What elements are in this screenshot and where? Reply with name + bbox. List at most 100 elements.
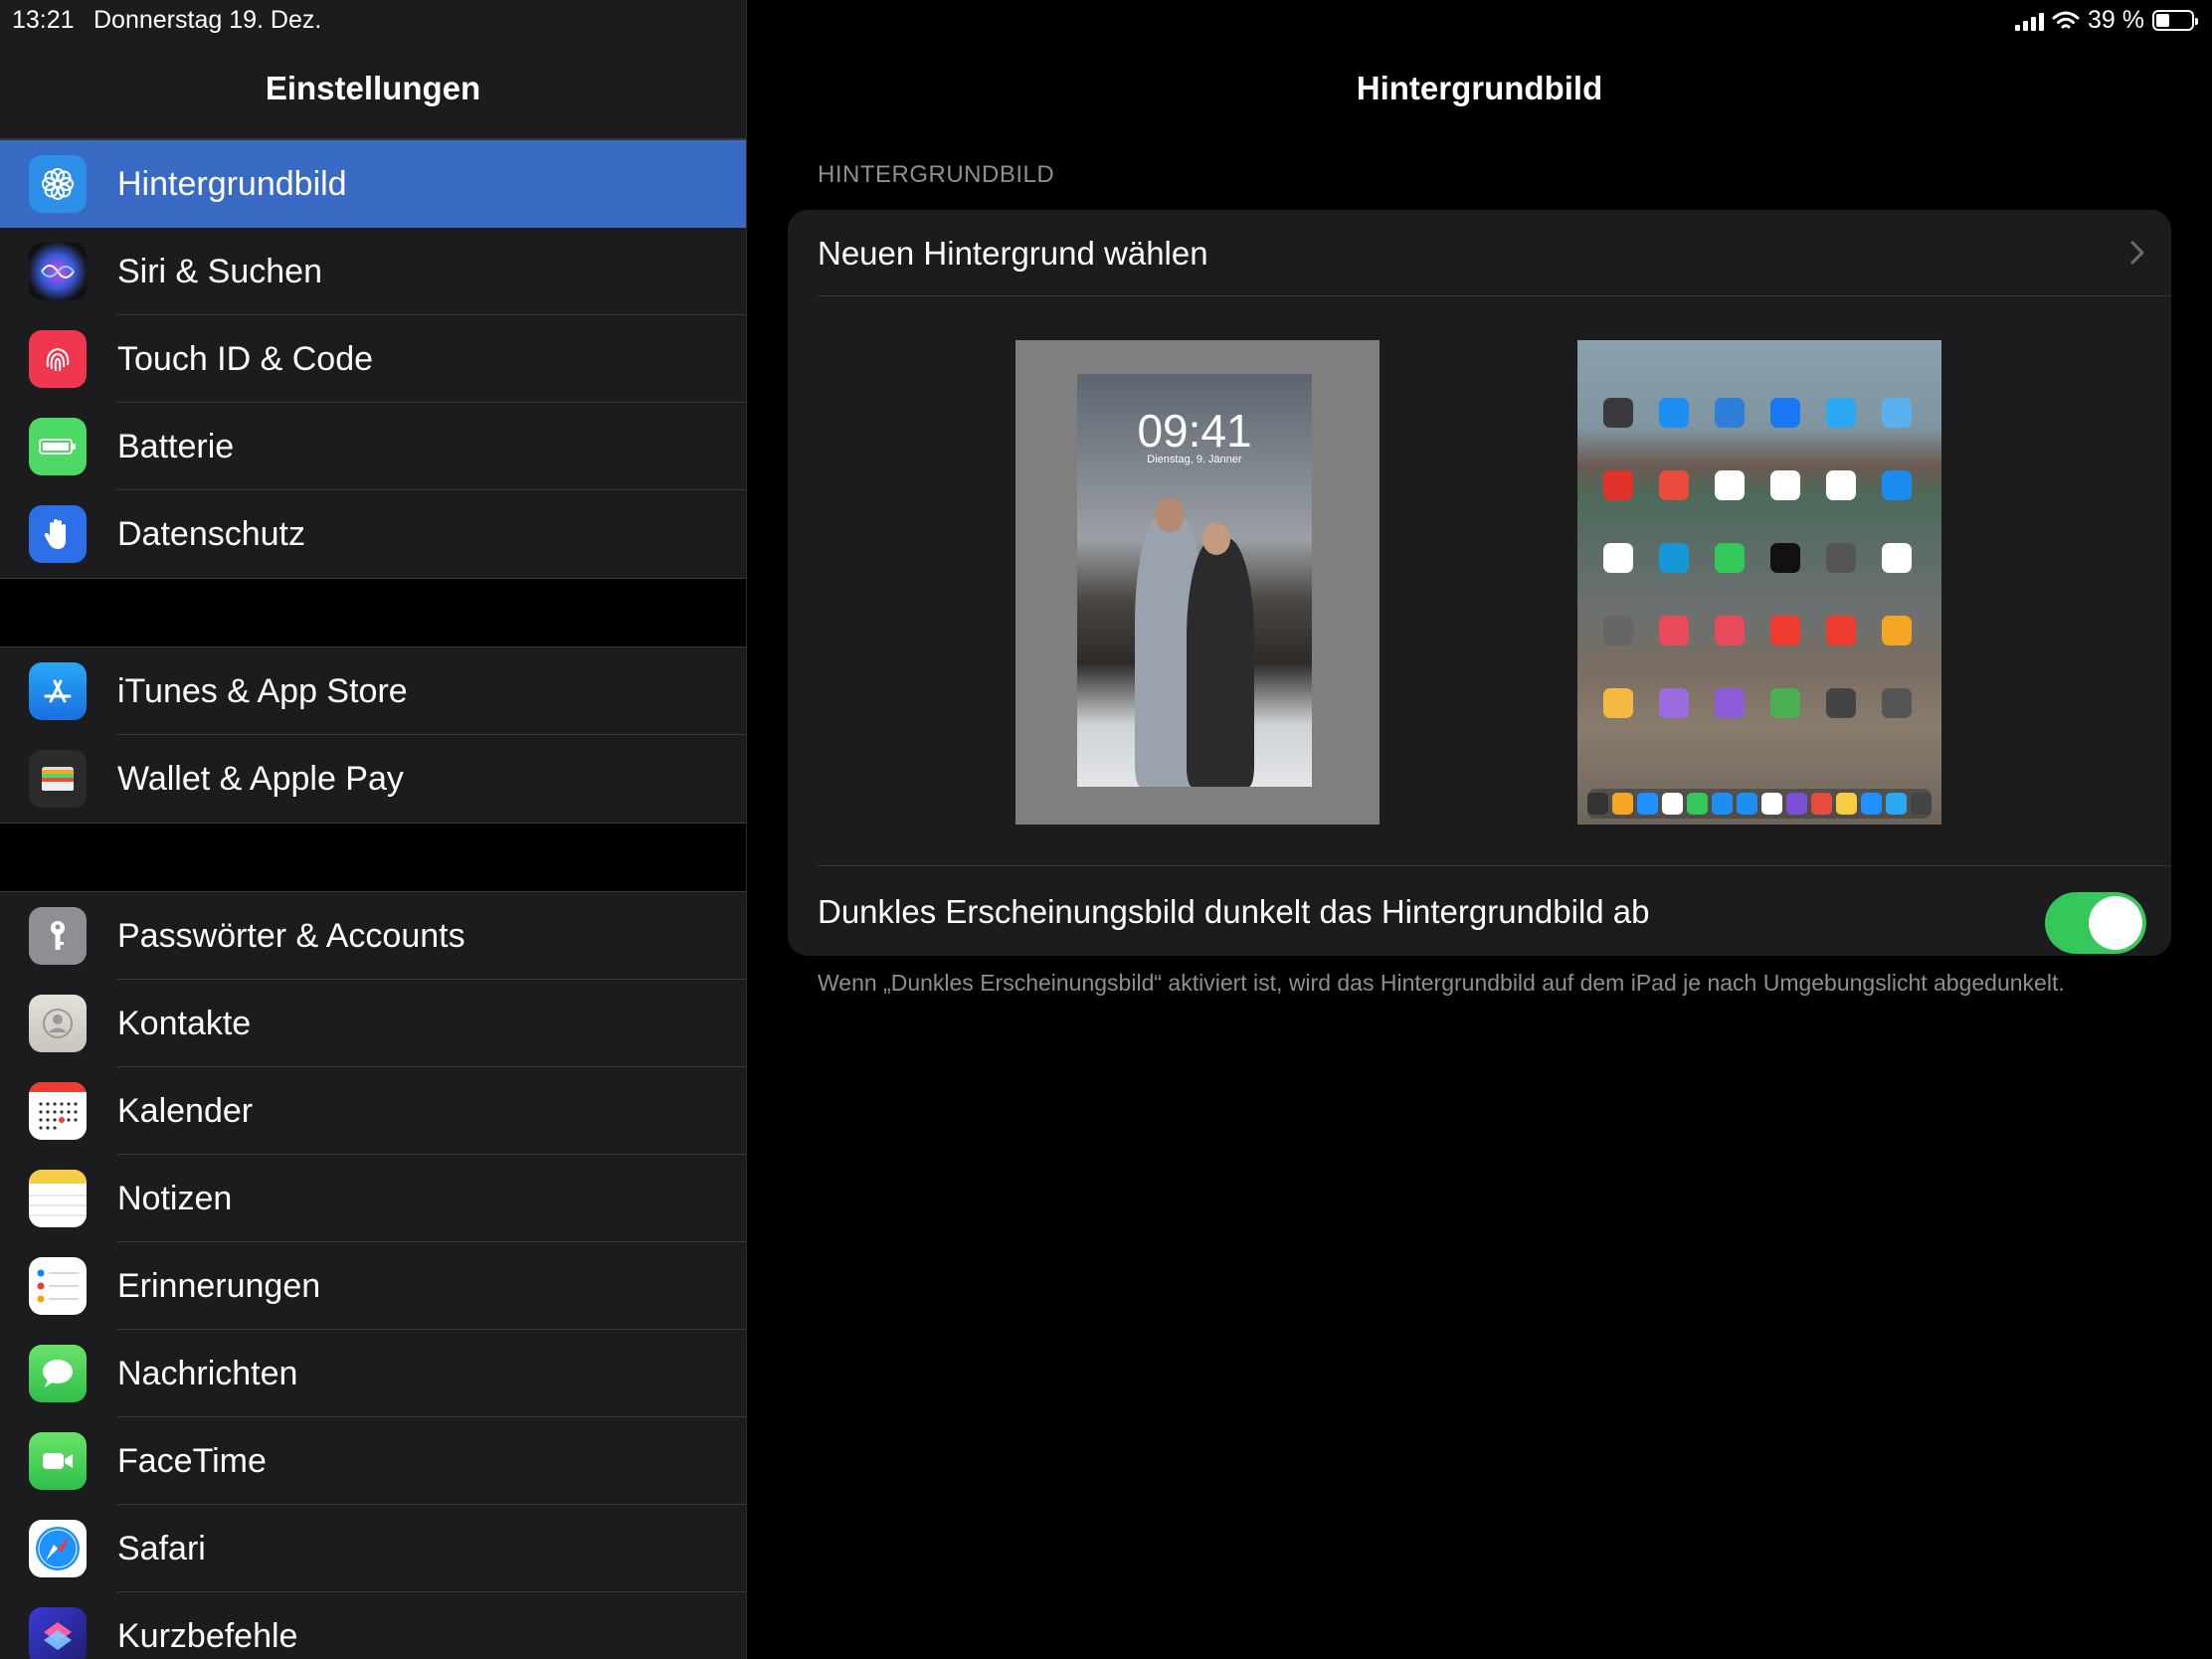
calendar-icon	[29, 1082, 87, 1140]
wallpaper-card: Neuen Hintergrund wählen 09:41 Dienstag,…	[788, 210, 2171, 956]
sidebar-item-label: Erinnerungen	[117, 1267, 321, 1305]
sidebar-item-kalender[interactable]: Kalender	[0, 1067, 746, 1155]
app-tile	[1882, 688, 1912, 718]
sidebar-item-label: Touch ID & Code	[117, 340, 374, 378]
app-tile	[1659, 470, 1689, 500]
dark-appearance-dims-row: Dunkles Erscheinungsbild dunkelt das Hin…	[818, 865, 2171, 956]
app-store-icon	[29, 662, 87, 720]
app-tile	[1826, 543, 1856, 573]
app-tile	[1715, 616, 1745, 645]
settings-group-2: iTunes & App Store Wallet & Apple Pay	[0, 646, 746, 824]
sidebar-item-label: Datenschutz	[117, 515, 305, 553]
app-tile	[1715, 543, 1745, 573]
sidebar-item-erinnerungen[interactable]: Erinnerungen	[0, 1242, 746, 1330]
settings-group-3: Passwörter & Accounts Kontakte Kalender …	[0, 891, 746, 1659]
sidebar: Einstellungen Hintergrundbild Siri & Suc…	[0, 0, 746, 1659]
sidebar-item-label: iTunes & App Store	[117, 672, 408, 710]
status-time: 13:21	[12, 6, 75, 34]
app-tile	[1770, 470, 1800, 500]
shortcuts-icon	[29, 1607, 87, 1659]
sidebar-item-label: Hintergrundbild	[117, 165, 347, 203]
sidebar-item-touch-id[interactable]: Touch ID & Code	[0, 315, 746, 403]
sidebar-item-label: Siri & Suchen	[117, 253, 322, 290]
app-tile	[1826, 398, 1856, 428]
split-divider	[746, 0, 747, 1659]
sidebar-item-nachrichten[interactable]: Nachrichten	[0, 1330, 746, 1417]
app-tile	[1882, 470, 1912, 500]
sidebar-item-kurzbefehle[interactable]: Kurzbefehle	[0, 1592, 746, 1659]
facetime-icon	[29, 1432, 87, 1490]
app-tile	[1882, 543, 1912, 573]
app-tile	[1770, 543, 1800, 573]
battery-fill	[2156, 14, 2170, 27]
sidebar-item-label: Wallet & Apple Pay	[117, 760, 404, 798]
sidebar-item-label: Batterie	[117, 428, 235, 465]
siri-icon	[29, 243, 87, 300]
lock-screen-date: Dienstag, 9. Jänner	[1147, 454, 1242, 465]
sidebar-item-label: Kontakte	[117, 1005, 252, 1042]
app-tile	[1770, 398, 1800, 428]
app-tile	[1770, 616, 1800, 645]
status-date: Donnerstag 19. Dez.	[93, 6, 322, 34]
sidebar-item-label: Safari	[117, 1530, 206, 1567]
app-tile	[1659, 616, 1689, 645]
sidebar-item-batterie[interactable]: Batterie	[0, 403, 746, 490]
sidebar-item-label: Passwörter & Accounts	[117, 917, 465, 955]
detail-title: Hintergrundbild	[1356, 70, 1603, 106]
cellular-signal-icon	[2015, 11, 2045, 31]
app-tile	[1603, 616, 1633, 645]
notes-icon	[29, 1170, 87, 1227]
choose-wallpaper-label: Neuen Hintergrund wählen	[818, 235, 1208, 272]
sidebar-item-facetime[interactable]: FaceTime	[0, 1417, 746, 1505]
sidebar-item-datenschutz[interactable]: Datenschutz	[0, 490, 746, 578]
app-tile	[1659, 398, 1689, 428]
key-icon	[29, 907, 87, 965]
wallet-icon	[29, 750, 87, 808]
sidebar-item-kontakte[interactable]: Kontakte	[0, 980, 746, 1067]
app-tile	[1882, 398, 1912, 428]
lock-screen-preview[interactable]: 09:41 Dienstag, 9. Jänner	[1015, 340, 1380, 825]
sidebar-item-label: FaceTime	[117, 1442, 267, 1480]
app-tile	[1659, 688, 1689, 718]
sidebar-item-hintergrundbild[interactable]: Hintergrundbild	[0, 140, 746, 228]
fingerprint-icon	[29, 330, 87, 388]
app-tile	[1826, 470, 1856, 500]
choose-wallpaper-row[interactable]: Neuen Hintergrund wählen	[818, 210, 2171, 296]
wifi-icon	[2052, 11, 2080, 28]
home-screen-preview[interactable]	[1577, 340, 1941, 825]
sidebar-item-passwoerter[interactable]: Passwörter & Accounts	[0, 892, 746, 980]
app-tile	[1603, 543, 1633, 573]
sidebar-item-notizen[interactable]: Notizen	[0, 1155, 746, 1242]
app-tile	[1882, 616, 1912, 645]
lock-screen-time: 09:41	[1137, 405, 1252, 457]
home-app-grid	[1603, 398, 1922, 718]
app-tile	[1715, 688, 1745, 718]
section-label: HINTERGRUNDBILD	[818, 161, 1055, 188]
toggle-knob	[2089, 896, 2142, 950]
app-tile	[1715, 398, 1745, 428]
settings-group-1: Hintergrundbild Siri & Suchen Touch ID &…	[0, 139, 746, 579]
sidebar-item-app-store[interactable]: iTunes & App Store	[0, 647, 746, 735]
app-tile	[1826, 616, 1856, 645]
wallpaper-icon	[29, 155, 87, 213]
reminders-icon	[29, 1257, 87, 1315]
hand-icon	[29, 505, 87, 563]
battery-percentage: 39 %	[2088, 6, 2144, 34]
sidebar-item-wallet[interactable]: Wallet & Apple Pay	[0, 735, 746, 823]
app-tile	[1603, 688, 1633, 718]
contacts-icon	[29, 995, 87, 1052]
sidebar-item-siri[interactable]: Siri & Suchen	[0, 228, 746, 315]
sidebar-item-label: Kalender	[117, 1092, 254, 1130]
photo-person	[1187, 538, 1254, 787]
photo-face	[1202, 523, 1230, 555]
app-tile	[1603, 470, 1633, 500]
sidebar-item-safari[interactable]: Safari	[0, 1505, 746, 1592]
footnote: Wenn „Dunkles Erscheinungsbild“ aktivier…	[818, 970, 2065, 996]
app-tile	[1770, 688, 1800, 718]
app-tile	[1659, 543, 1689, 573]
battery-icon	[29, 418, 87, 475]
sidebar-item-label: Nachrichten	[117, 1355, 298, 1392]
safari-icon	[29, 1520, 87, 1577]
dark-appearance-toggle[interactable]	[2045, 892, 2146, 954]
sidebar-item-label: Notizen	[117, 1180, 233, 1217]
